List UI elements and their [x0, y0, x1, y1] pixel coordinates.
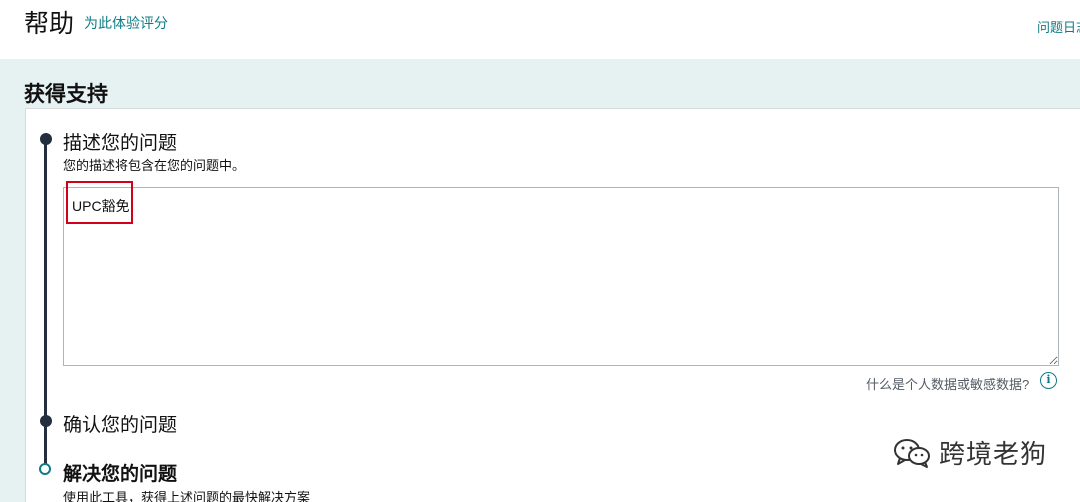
- sensitive-data-link[interactable]: 什么是个人数据或敏感数据?: [866, 374, 1029, 393]
- step-1-title: 描述您的问题: [63, 133, 178, 154]
- wechat-icon: [894, 438, 930, 468]
- header-bar: 帮助 为此体验评分 问题日志: [0, 0, 1080, 59]
- highlight-box: [66, 181, 133, 224]
- support-title: 获得支持: [24, 83, 108, 106]
- step-1-complete-icon: [40, 133, 52, 145]
- step-3-title: 解决您的问题: [63, 464, 178, 485]
- rate-experience-link[interactable]: 为此体验评分: [84, 13, 168, 33]
- step-3-subtitle: 使用此工具，获得上述问题的最快解决方案: [63, 490, 311, 502]
- case-log-link[interactable]: 问题日志: [1037, 17, 1080, 36]
- info-icon[interactable]: i: [1040, 372, 1057, 389]
- step-2-complete-icon: [40, 415, 52, 427]
- watermark: 跨境老狗: [893, 434, 1047, 471]
- watermark-text: 跨境老狗: [939, 439, 1048, 469]
- step-2-title: 确认您的问题: [63, 415, 178, 436]
- issue-description-input[interactable]: [63, 187, 1059, 366]
- step-1-subtitle: 您的描述将包含在您的问题中。: [63, 158, 246, 173]
- page-title: 帮助: [24, 10, 75, 38]
- step-3-current-icon: [39, 463, 51, 475]
